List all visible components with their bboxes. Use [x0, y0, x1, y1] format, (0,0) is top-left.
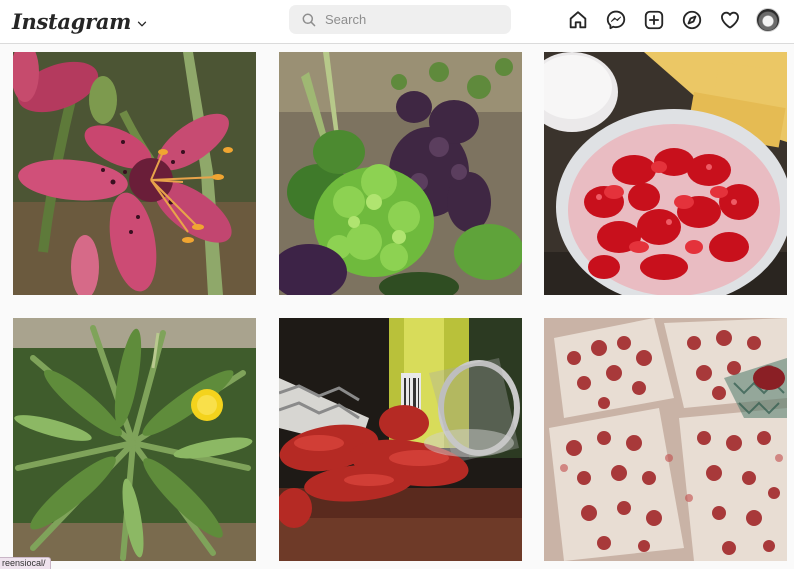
search-icon [302, 13, 316, 27]
lettuce-garden-photo [279, 52, 522, 295]
status-url: reensiocal/ [0, 557, 51, 569]
nav-icons [552, 8, 780, 32]
logo-button[interactable]: Instagram [12, 6, 147, 36]
dried-strawberries-jar-photo [279, 318, 522, 561]
post-thumbnail[interactable] [544, 318, 787, 561]
instagram-logo: Instagram [12, 8, 132, 34]
strawberries-container-photo [544, 52, 787, 295]
search-input[interactable] [325, 12, 495, 27]
explore-icon[interactable] [680, 8, 704, 32]
post-thumbnail[interactable] [13, 52, 256, 295]
home-icon[interactable] [566, 8, 590, 32]
dandelion-plant-photo [13, 318, 256, 561]
lily-flower-photo [13, 52, 256, 295]
top-navigation-bar: Instagram [0, 0, 794, 44]
messenger-icon[interactable] [604, 8, 628, 32]
profile-avatar[interactable] [756, 8, 780, 32]
post-grid [13, 52, 787, 562]
chevron-down-icon[interactable] [137, 16, 147, 27]
post-thumbnail[interactable] [13, 318, 256, 561]
post-thumbnail[interactable] [279, 52, 522, 295]
activity-heart-icon[interactable] [718, 8, 742, 32]
search-bar[interactable] [289, 5, 511, 34]
post-thumbnail[interactable] [544, 52, 787, 295]
new-post-icon[interactable] [642, 8, 666, 32]
post-thumbnail[interactable] [279, 318, 522, 561]
dried-strawberry-sheets-photo [544, 318, 787, 561]
